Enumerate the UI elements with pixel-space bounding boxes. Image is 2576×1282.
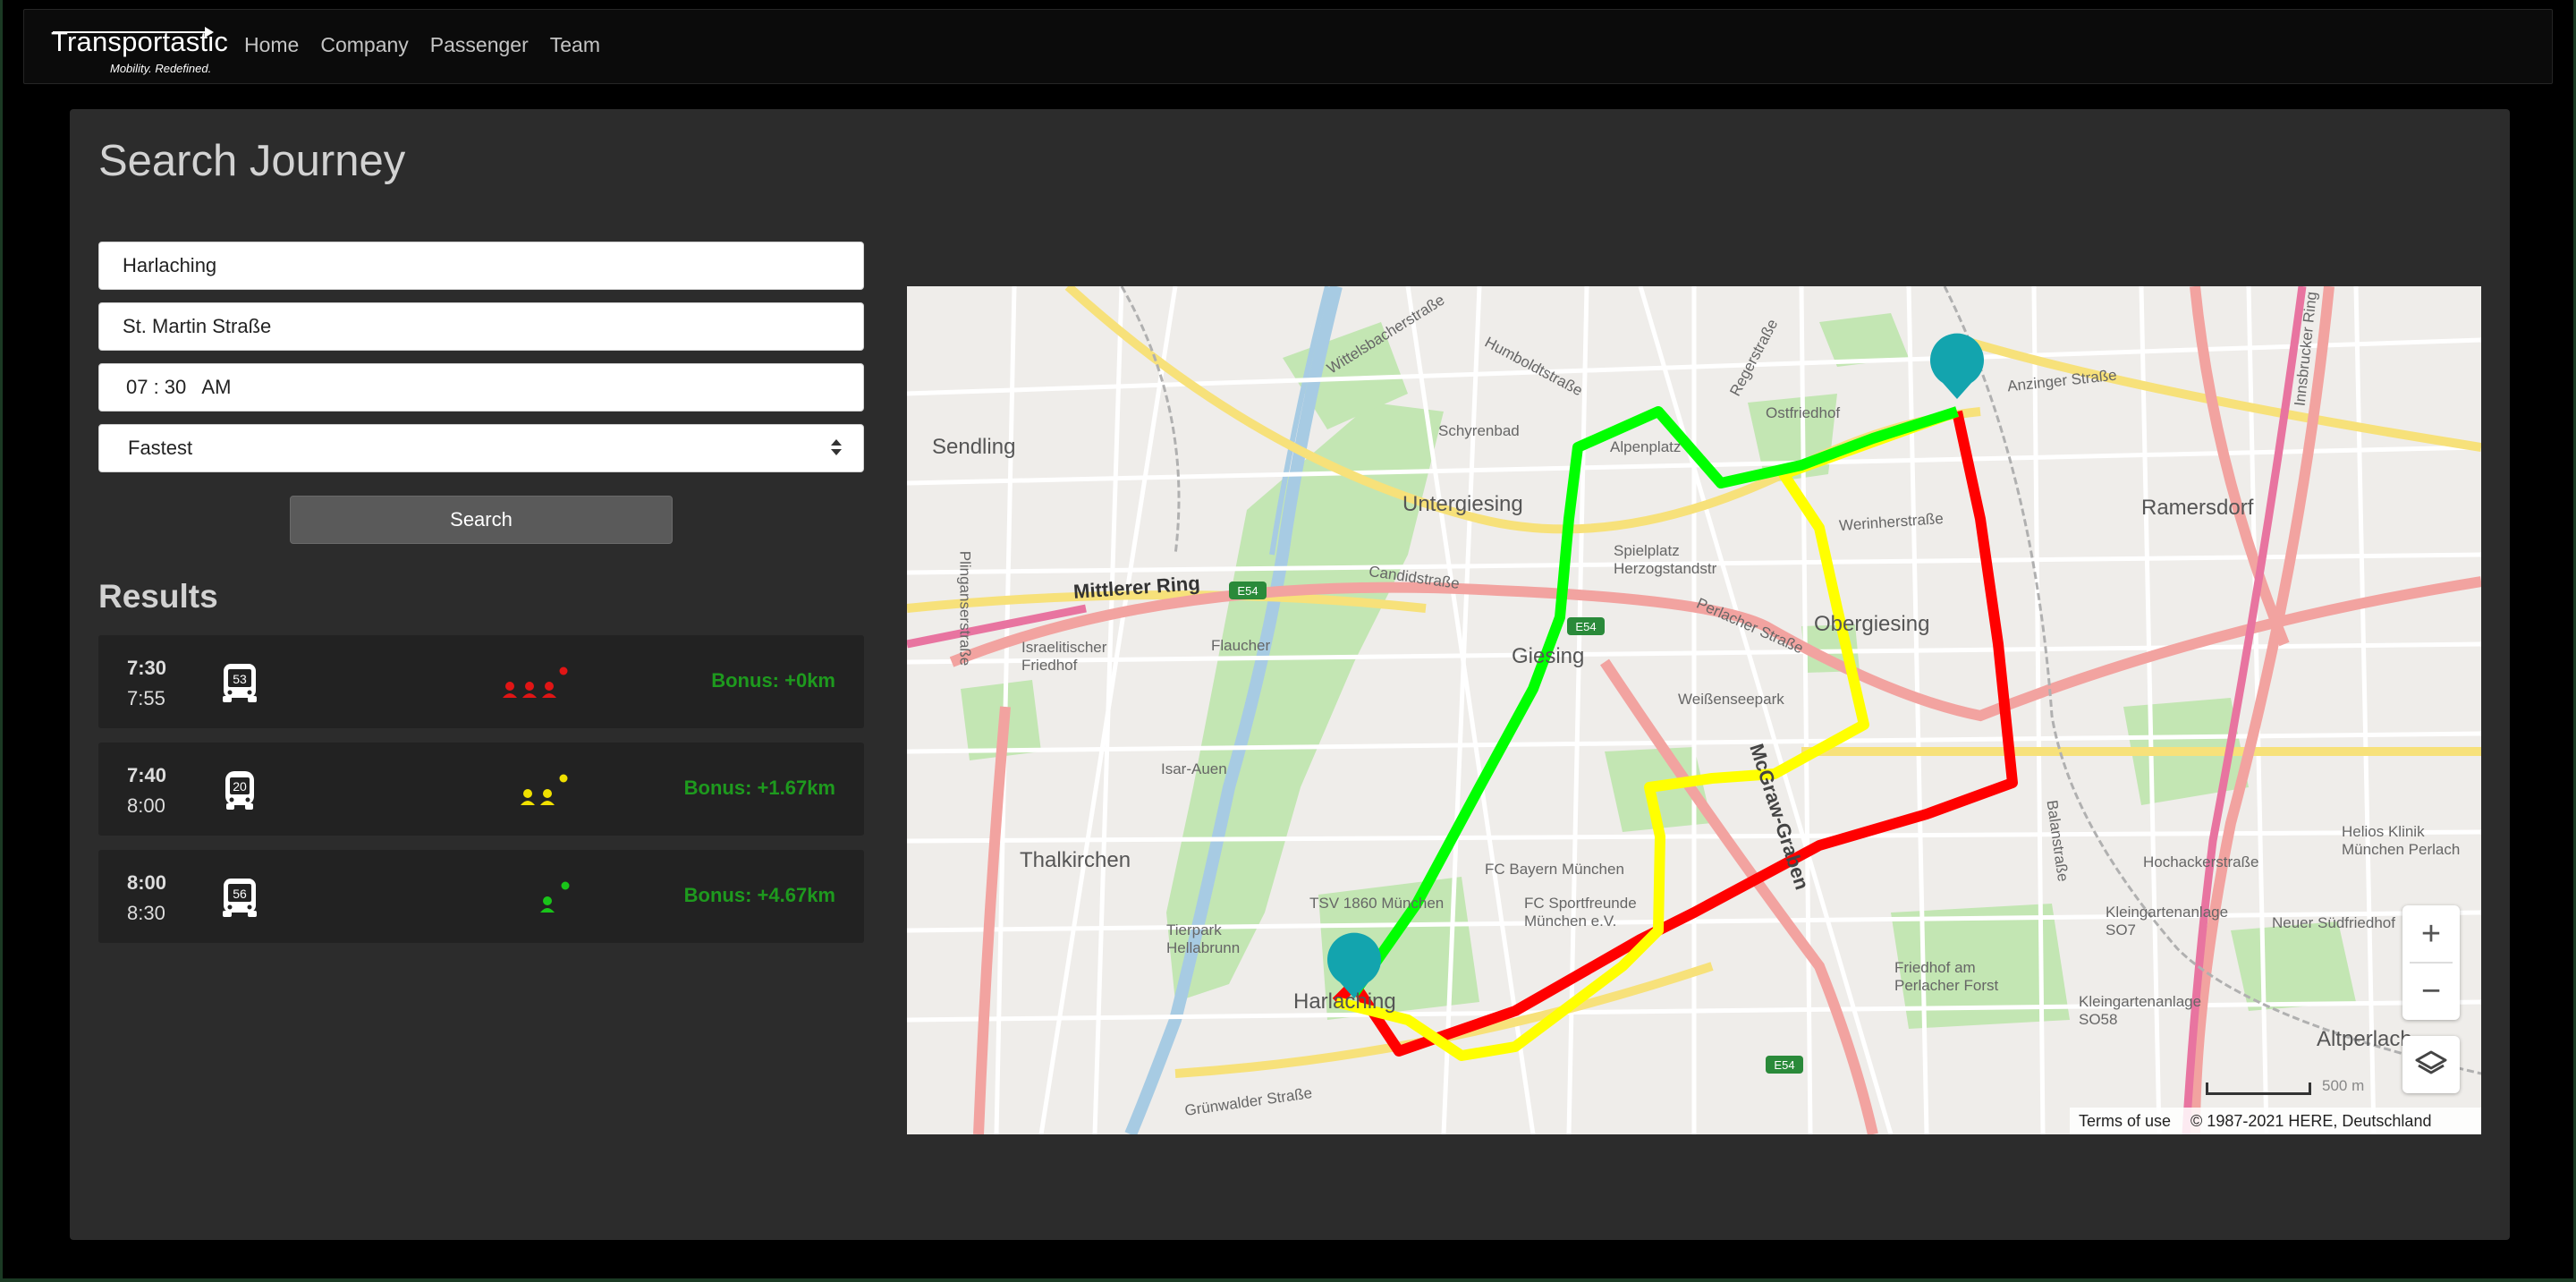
departure-time: 7:30 — [127, 657, 167, 679]
label-weissenseepark: Weißenseepark — [1678, 691, 1784, 708]
map-attribution: Terms of use © 1987-2021 HERE, Deutschla… — [2070, 1108, 2481, 1134]
label-flaucher: Flaucher — [1211, 637, 1271, 654]
scale-bar — [2206, 1082, 2311, 1095]
to-field[interactable] — [98, 302, 864, 351]
time-value[interactable]: 07 : 30 AM — [126, 376, 231, 399]
crowd-low-icon — [540, 881, 570, 913]
label-sendling: Sendling — [932, 435, 1016, 459]
label-kleingarten-so58: Kleingartenanlage SO58 — [2079, 993, 2202, 1028]
departure-time: 8:00 — [127, 871, 167, 894]
zoom-control: + − — [2402, 905, 2460, 1020]
from-field[interactable] — [98, 242, 864, 290]
label-schyrenbad: Schyrenbad — [1438, 422, 1520, 439]
svg-text:E54: E54 — [1575, 620, 1596, 633]
search-button[interactable]: Search — [290, 496, 673, 544]
label-thalkirchen: Thalkirchen — [1020, 848, 1131, 872]
window-edge-left — [0, 0, 3, 1282]
label-untergiesing: Untergiesing — [1402, 492, 1523, 516]
layers-icon — [2415, 1050, 2447, 1074]
label-fc-sportfreunde: FC Sportfreunde München e.V. — [1524, 895, 1637, 930]
copyright-text: © 1987-2021 HERE, Deutschland — [2190, 1111, 2432, 1130]
route-map[interactable]: E54 E54 E54 Sendling Untergiesing Ramers… — [907, 286, 2481, 1134]
page-title: Search Journey — [98, 137, 406, 185]
map-canvas[interactable]: E54 E54 E54 — [907, 286, 2481, 1134]
nav-links: Home Company Passenger Team — [244, 33, 600, 57]
bus-icon: 56 — [223, 879, 257, 917]
label-fc-bayern: FC Bayern München — [1485, 861, 1624, 878]
brand-name: Transportastic — [51, 26, 229, 57]
arrival-time: 7:55 — [127, 687, 165, 709]
label-ramersdorf: Ramersdorf — [2141, 496, 2254, 520]
arrival-time: 8:30 — [127, 902, 165, 924]
svg-text:E54: E54 — [1774, 1058, 1794, 1072]
to-input[interactable] — [123, 315, 863, 338]
label-alpenplatz: Alpenplatz — [1610, 438, 1682, 455]
label-helios-klinik: Helios Klinik München Perlach — [2342, 823, 2461, 858]
window-edge-bottom — [0, 1278, 2576, 1282]
bonus-label: Bonus: +4.67km — [683, 884, 835, 906]
layers-button[interactable] — [2402, 1036, 2460, 1093]
result-row[interactable]: 7:40 8:00 20 Bonus: +1.67km — [98, 743, 864, 836]
label-israelitischer-friedhof: Israelitischer Friedhof — [1021, 639, 1107, 674]
from-input[interactable] — [123, 254, 863, 277]
label-tsv-1860: TSV 1860 München — [1309, 895, 1445, 912]
label-plinganserstrasse: Plinganserstraße — [956, 550, 974, 666]
nav-passenger[interactable]: Passenger — [430, 33, 529, 57]
label-friedhof-perlach: Friedhof am Perlacher Forst — [1894, 959, 1999, 994]
label-kleingarten-so7: Kleingartenanlage SO7 — [2106, 904, 2229, 938]
label-spielplatz: Spielplatz Herzogstandstr — [1614, 542, 1717, 577]
mode-select[interactable]: Fastest — [98, 424, 864, 472]
scale-label: 500 m — [2322, 1077, 2365, 1094]
bus-icon: 53 — [223, 664, 257, 702]
mode-select-value: Fastest — [128, 437, 193, 459]
svg-text:53: 53 — [233, 672, 247, 686]
label-isar-auen: Isar-Auen — [1161, 760, 1227, 777]
results-title: Results — [98, 578, 218, 615]
bus-icon: 20 — [225, 771, 254, 810]
nav-team[interactable]: Team — [550, 33, 600, 57]
bonus-label: Bonus: +1.67km — [683, 777, 835, 799]
nav-home[interactable]: Home — [244, 33, 299, 57]
svg-text:56: 56 — [233, 887, 247, 901]
time-field[interactable]: 07 : 30 AM — [98, 363, 864, 412]
label-neuer-suedfriedhof: Neuer Südfriedhof — [2272, 914, 2395, 931]
label-harlaching: Harlaching — [1293, 989, 1396, 1014]
zoom-out-button[interactable]: − — [2402, 963, 2460, 1020]
label-giesing: Giesing — [1512, 644, 1585, 668]
terms-link[interactable]: Terms of use — [2079, 1112, 2171, 1131]
result-row[interactable]: 8:00 8:30 56 Bonus: +4.67km — [98, 850, 864, 943]
zoom-in-button[interactable]: + — [2402, 905, 2460, 963]
label-tierpark: Tierpark Hellabrunn — [1166, 921, 1241, 956]
svg-text:20: 20 — [233, 779, 247, 794]
bonus-label: Bonus: +0km — [711, 669, 835, 692]
svg-text:E54: E54 — [1237, 584, 1258, 598]
departure-time: 7:40 — [127, 764, 167, 786]
result-row[interactable]: 7:30 7:55 53 Bonus: +0km — [98, 635, 864, 728]
arrival-time: 8:00 — [127, 794, 165, 817]
nav-company[interactable]: Company — [320, 33, 408, 57]
crowd-high-icon — [503, 666, 568, 698]
select-arrows-icon — [831, 437, 842, 461]
brand-logo[interactable]: Transportastic Mobility. Redefined. — [51, 24, 230, 75]
label-obergiesing: Obergiesing — [1814, 612, 1930, 636]
label-ostfriedhof: Ostfriedhof — [1766, 404, 1841, 421]
label-altperlach: Altperlach — [2317, 1027, 2412, 1051]
search-panel: Search Journey 07 : 30 AM Fastest Search… — [70, 109, 2510, 1240]
crowd-medium-icon — [521, 774, 568, 805]
label-hochackerstrasse: Hochackerstraße — [2143, 853, 2259, 870]
navbar: Transportastic Mobility. Redefined. Home… — [23, 9, 2553, 84]
brand-tagline: Mobility. Redefined. — [110, 62, 212, 75]
